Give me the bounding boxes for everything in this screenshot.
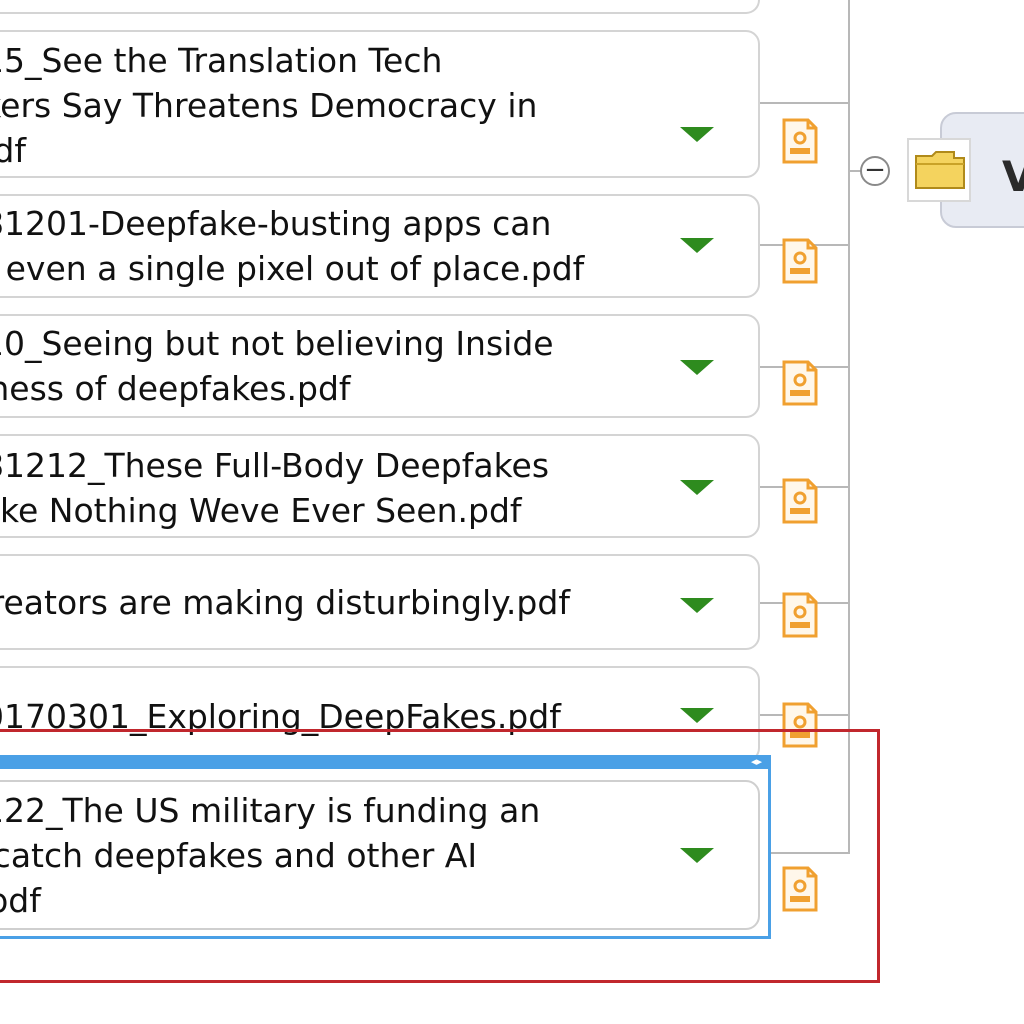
dropdown-arrow-icon[interactable] bbox=[680, 598, 714, 613]
topic-node-label: 0122_The US military is funding an o cat… bbox=[0, 791, 541, 920]
central-topic-label: V bbox=[1002, 152, 1024, 201]
dropdown-arrow-icon[interactable] bbox=[680, 848, 714, 863]
pdf-icon[interactable] bbox=[780, 592, 820, 638]
pdf-icon[interactable] bbox=[780, 866, 820, 912]
topic-node-label: 115_See the Translation Tech akers Say T… bbox=[0, 41, 538, 170]
connector-trunk bbox=[848, 0, 850, 852]
topic-node-label: 20170301_Exploring_DeepFakes.pdf bbox=[0, 697, 561, 736]
pdf-icon[interactable] bbox=[780, 702, 820, 748]
connector-branch-1 bbox=[760, 102, 848, 104]
collapse-icon: − bbox=[864, 155, 886, 185]
topic-node[interactable]: 181201-Deepfake-busting apps can ot even… bbox=[0, 194, 760, 298]
connector-branch-7 bbox=[770, 852, 850, 854]
dropdown-arrow-icon[interactable] bbox=[680, 480, 714, 495]
topic-node[interactable]: 210_Seeing but not believing Inside sine… bbox=[0, 314, 760, 418]
topic-node[interactable]: 115_See the Translation Tech akers Say T… bbox=[0, 30, 760, 178]
topic-node-label: 181201-Deepfake-busting apps can ot even… bbox=[0, 204, 585, 288]
collapse-button[interactable]: − bbox=[860, 156, 890, 186]
dropdown-arrow-icon[interactable] bbox=[680, 708, 714, 723]
folder-icon-frame[interactable] bbox=[907, 138, 971, 202]
pdf-icon[interactable] bbox=[780, 118, 820, 164]
topic-node-partial[interactable] bbox=[0, 0, 760, 14]
dropdown-arrow-icon[interactable] bbox=[680, 238, 714, 253]
resize-handle-icon[interactable]: ◂▸ bbox=[751, 756, 762, 768]
topic-node[interactable]: 20170301_Exploring_DeepFakes.pdf bbox=[0, 666, 760, 762]
dropdown-arrow-icon[interactable] bbox=[680, 360, 714, 375]
topic-node-label: 181212_These Full-Body Deepfakes Like No… bbox=[0, 446, 550, 530]
topic-node[interactable]: creators are making disturbingly.pdf bbox=[0, 554, 760, 650]
pdf-icon[interactable] bbox=[780, 360, 820, 406]
topic-node-label: 210_Seeing but not believing Inside sine… bbox=[0, 324, 554, 408]
topic-node-label: creators are making disturbingly.pdf bbox=[0, 583, 570, 622]
folder-icon bbox=[915, 151, 965, 189]
topic-node[interactable]: 181212_These Full-Body Deepfakes Like No… bbox=[0, 434, 760, 538]
pdf-icon[interactable] bbox=[780, 478, 820, 524]
topic-node-selected[interactable]: 0122_The US military is funding an o cat… bbox=[0, 780, 760, 930]
dropdown-arrow-icon[interactable] bbox=[680, 127, 714, 142]
pdf-icon[interactable] bbox=[780, 238, 820, 284]
